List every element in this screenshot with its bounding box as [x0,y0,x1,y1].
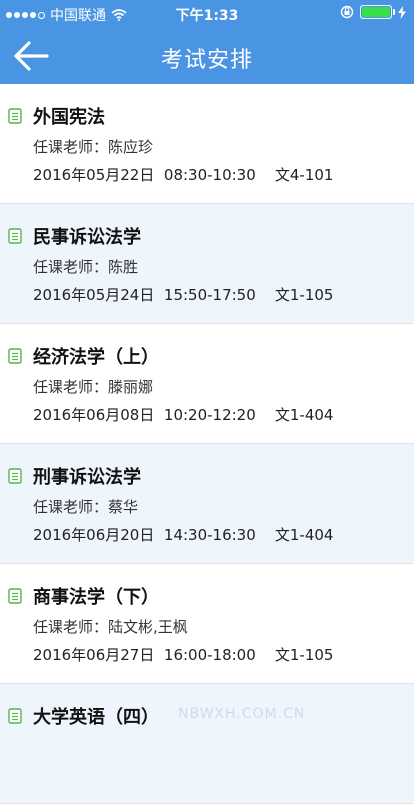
charging-icon [398,5,406,19]
exam-item[interactable]: 刑事诉讼法学 任课老师：蔡华 2016年06月20日 14:30-16:30 文… [0,444,414,564]
exam-room: 文1-105 [274,286,334,304]
exam-time: 15:50-17:50 [163,286,256,304]
exam-list: 外国宪法 任课老师：陈应珍 2016年05月22日 08:30-10:30 文4… [0,84,414,804]
exam-date: 2016年06月08日 [33,406,155,424]
exam-schedule: 2016年05月22日 08:30-10:30 文4-101 [33,164,333,185]
course-name: 刑事诉讼法学 [33,467,141,488]
exam-time: 14:30-16:30 [163,526,256,544]
rotation-lock-icon [340,5,354,19]
course-name: 商事法学（下） [33,587,159,608]
document-icon [8,708,22,724]
course-name: 民事诉讼法学 [33,227,141,248]
exam-date: 2016年05月24日 [33,286,155,304]
course-name: 经济法学（上） [33,347,159,368]
watermark-text: NBWXH.COM.CN [178,706,306,722]
exam-schedule: 2016年06月08日 10:20-12:20 文1-404 [33,404,333,425]
exam-room: 文1-404 [274,526,334,544]
teacher-name: 任课老师：蔡华 [33,498,139,516]
app-header: 中国联通 下午1:33 考试安排 [0,0,414,84]
battery-icon [360,5,395,19]
navigation-bar: 考试安排 [0,28,414,84]
document-icon [8,348,22,364]
exam-item[interactable]: 民事诉讼法学 任课老师：陈胜 2016年05月24日 15:50-17:50 文… [0,204,414,324]
exam-time: 16:00-18:00 [163,646,256,664]
exam-item[interactable]: 大学英语（四） [0,684,414,804]
exam-room: 文4-101 [274,166,334,184]
document-icon [8,468,22,484]
teacher-name: 任课老师：滕丽娜 [33,378,154,396]
exam-date: 2016年05月22日 [33,166,155,184]
status-bar: 中国联通 下午1:33 [0,0,414,28]
exam-time: 10:20-12:20 [163,406,256,424]
exam-item[interactable]: 商事法学（下） 任课老师：陆文彬,王枫 2016年06月27日 16:00-18… [0,564,414,684]
exam-room: 文1-404 [274,406,334,424]
document-icon [8,228,22,244]
course-name: 外国宪法 [33,107,105,128]
course-name: 大学英语（四） [33,707,159,728]
exam-schedule: 2016年06月27日 16:00-18:00 文1-105 [33,644,333,665]
exam-room: 文1-105 [274,646,334,664]
exam-item[interactable]: 外国宪法 任课老师：陈应珍 2016年05月22日 08:30-10:30 文4… [0,84,414,204]
exam-schedule: 2016年05月24日 15:50-17:50 文1-105 [33,284,333,305]
status-right [340,5,406,19]
teacher-name: 任课老师：陈应珍 [33,138,154,156]
exam-schedule: 2016年06月20日 14:30-16:30 文1-404 [33,524,333,545]
document-icon [8,108,22,124]
exam-item[interactable]: 经济法学（上） 任课老师：滕丽娜 2016年06月08日 10:20-12:20… [0,324,414,444]
page-title: 考试安排 [160,48,253,73]
exam-time: 08:30-10:30 [163,166,256,184]
teacher-name: 任课老师：陆文彬,王枫 [33,618,188,636]
teacher-name: 任课老师：陈胜 [33,258,139,276]
document-icon [8,588,22,604]
exam-date: 2016年06月27日 [33,646,155,664]
exam-date: 2016年06月20日 [33,526,155,544]
